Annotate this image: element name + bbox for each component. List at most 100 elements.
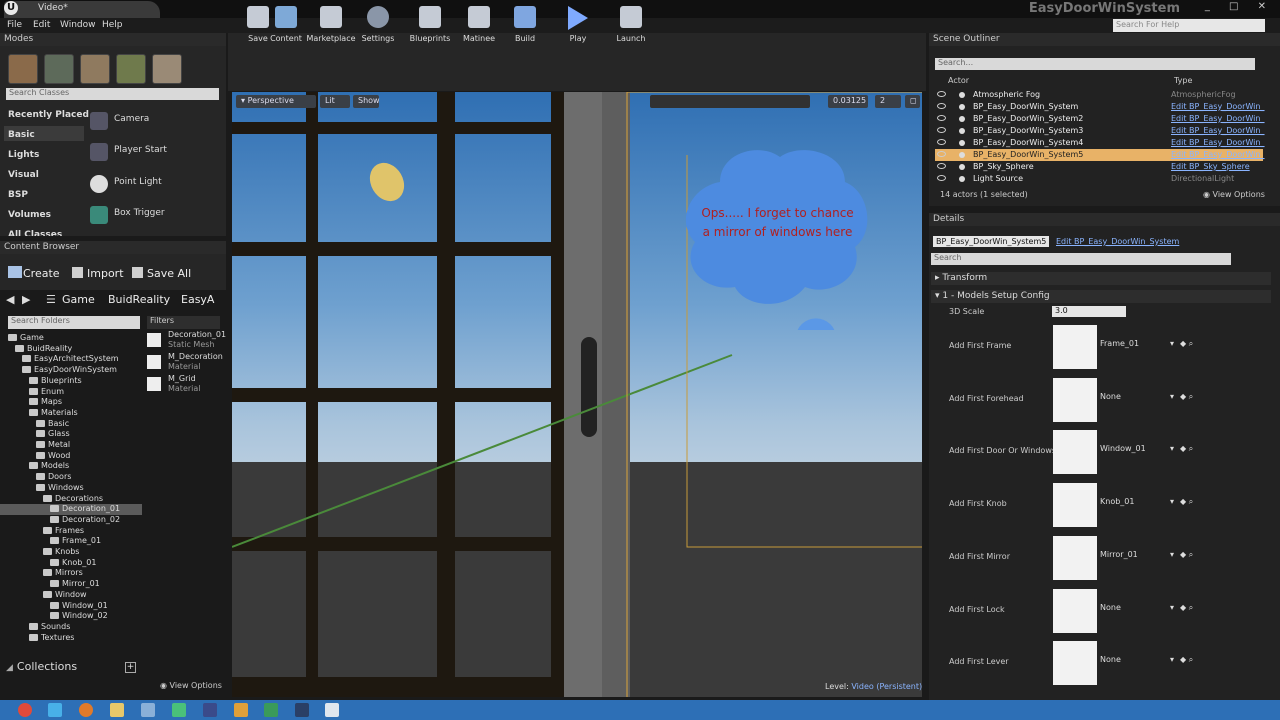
folder-window-01[interactable]: Window_01	[0, 601, 142, 612]
column-actor[interactable]: Actor	[948, 76, 969, 85]
app-icon[interactable]	[264, 703, 278, 717]
folder-maps[interactable]: Maps	[0, 397, 142, 408]
folder-wood[interactable]: Wood	[0, 451, 142, 462]
visibility-eye-icon[interactable]	[937, 103, 946, 109]
category-bsp[interactable]: BSP	[8, 190, 28, 200]
folder-blueprints[interactable]: Blueprints	[0, 376, 142, 387]
visibility-eye-icon[interactable]	[937, 127, 946, 133]
menu-edit[interactable]: Edit	[33, 20, 50, 30]
search-classes-input[interactable]: Search Classes	[6, 88, 219, 100]
outliner-row[interactable]: BP_Easy_DoorWin_System4 Edit BP_Easy_Door…	[935, 137, 1264, 149]
actor-type[interactable]: Edit BP_Sky_Sphere	[1171, 162, 1250, 171]
actor-type[interactable]: Edit BP_Easy_DoorWin_	[1171, 126, 1264, 135]
launch-button[interactable]: Launch	[606, 6, 656, 52]
browse-asset-icon[interactable]: ◆ ⌕	[1180, 603, 1193, 613]
folder-frame-01[interactable]: Frame_01	[0, 536, 142, 547]
asset-item[interactable]: M_Decoration Material	[145, 352, 223, 374]
browse-asset-icon[interactable]: ◆ ⌕	[1180, 550, 1193, 560]
outliner-row[interactable]: Atmospheric Fog AtmosphericFog	[935, 89, 1263, 101]
browse-asset-icon[interactable]: ◆ ⌕	[1180, 444, 1193, 454]
content-browser-header[interactable]: Content Browser	[0, 241, 226, 254]
breadcrumb-buidreality[interactable]: BuidReality	[108, 293, 170, 306]
geometry-mode-icon[interactable]	[152, 54, 182, 84]
mesh-dropdown[interactable]: None ▾	[1100, 392, 1174, 404]
mesh-thumbnail[interactable]	[1053, 641, 1097, 686]
perspective-button[interactable]: ▾ Perspective	[236, 95, 316, 108]
folder-windows[interactable]: Windows	[0, 483, 142, 494]
browse-asset-icon[interactable]: ◆ ⌕	[1180, 655, 1193, 665]
class-player-start[interactable]: Player Start	[90, 139, 210, 165]
add-collection-button[interactable]: +	[125, 662, 136, 673]
asset-item[interactable]: Decoration_01 Static Mesh	[145, 330, 226, 352]
visibility-eye-icon[interactable]	[937, 139, 946, 145]
firefox-icon[interactable]	[79, 703, 93, 717]
folder-decoration-01[interactable]: Decoration_01	[0, 504, 142, 516]
folder-mirror-01[interactable]: Mirror_01	[0, 579, 142, 590]
transform-tools[interactable]	[650, 95, 810, 108]
paint-mode-icon[interactable]	[44, 54, 74, 84]
actor-type[interactable]: Edit BP_Easy_DoorWin_	[1171, 150, 1264, 159]
collections-header[interactable]: ◢ Collections	[0, 660, 140, 674]
column-type[interactable]: Type	[1174, 76, 1192, 85]
breadcrumb-game[interactable]: Game	[62, 293, 95, 306]
folder-knobs[interactable]: Knobs	[0, 547, 142, 558]
folder-easyarchitectsystem[interactable]: EasyArchitectSystem	[0, 354, 142, 365]
folder-easydoorwinsystem[interactable]: EasyDoorWinSystem	[0, 365, 142, 376]
mesh-dropdown[interactable]: Window_01 ▾	[1100, 444, 1174, 456]
class-point-light[interactable]: Point Light	[90, 171, 210, 197]
category-recently-placed[interactable]: Recently Placed	[8, 110, 89, 120]
outliner-row[interactable]: BP_Easy_DoorWin_System2 Edit BP_Easy_Door…	[935, 113, 1264, 125]
category-all-classes[interactable]: All Classes	[8, 230, 62, 236]
class-box-trigger[interactable]: Box Trigger	[90, 202, 210, 228]
app-icon[interactable]	[203, 703, 217, 717]
folder-search-input[interactable]: Search Folders	[8, 316, 140, 329]
folder-buidreality[interactable]: BuidReality	[0, 344, 142, 355]
folder-glass[interactable]: Glass	[0, 429, 142, 440]
folder-window-02[interactable]: Window_02	[0, 611, 142, 622]
breadcrumb-easyarchitect[interactable]: EasyA	[181, 293, 221, 306]
category-visual[interactable]: Visual	[8, 170, 39, 180]
visibility-eye-icon[interactable]	[937, 115, 946, 121]
mesh-thumbnail[interactable]	[1053, 377, 1097, 422]
view-options-button[interactable]: ◉ View Options	[160, 681, 222, 690]
window-controls[interactable]: _ □ ✕	[1205, 1, 1274, 12]
browse-asset-icon[interactable]: ◆ ⌕	[1180, 497, 1193, 507]
folder-models[interactable]: Models	[0, 461, 142, 472]
folder-sounds[interactable]: Sounds	[0, 622, 142, 633]
details-header[interactable]: Details	[929, 213, 1280, 226]
outliner-search-input[interactable]: Search...	[935, 58, 1255, 70]
marketplace-button[interactable]: Marketplace	[306, 6, 356, 52]
folder-doors[interactable]: Doors	[0, 472, 142, 483]
folder-game[interactable]: Game	[0, 333, 142, 344]
matinee-button[interactable]: Matinee	[454, 6, 504, 52]
search-help-input[interactable]: Search For Help	[1113, 19, 1265, 32]
3d-scale-input[interactable]: 3.0	[1052, 306, 1126, 317]
outliner-view-options[interactable]: ◉ View Options	[1203, 190, 1265, 199]
folder-basic[interactable]: Basic	[0, 419, 142, 430]
folder-enum[interactable]: Enum	[0, 387, 142, 398]
menu-window[interactable]: Window	[60, 20, 96, 30]
browse-asset-icon[interactable]: ◆ ⌕	[1180, 339, 1193, 349]
place-mode-icon[interactable]	[8, 54, 38, 84]
outliner-row[interactable]: BP_Easy_DoorWin_System5 Edit BP_Easy_Door…	[935, 149, 1264, 161]
actor-type[interactable]: Edit BP_Easy_DoorWin_	[1171, 102, 1264, 111]
folder-decoration-02[interactable]: Decoration_02	[0, 515, 142, 526]
actor-type[interactable]: Edit BP_Easy_DoorWin_	[1171, 138, 1264, 147]
mesh-dropdown[interactable]: Knob_01 ▾	[1100, 497, 1174, 509]
outliner-row[interactable]: BP_Easy_DoorWin_System Edit BP_Easy_DoorW…	[935, 101, 1264, 113]
document-tab[interactable]: Video*	[4, 1, 160, 18]
maximize-viewport-icon[interactable]: ◻	[905, 95, 920, 108]
filters-button[interactable]: Filters	[147, 316, 220, 329]
settings-button[interactable]: Settings	[353, 6, 403, 52]
app-icon[interactable]	[234, 703, 248, 717]
lit-button[interactable]: Lit	[320, 95, 350, 108]
save-all-button[interactable]: Save All	[147, 267, 191, 280]
mesh-thumbnail[interactable]	[1053, 483, 1097, 528]
unreal-taskbar-icon[interactable]	[325, 703, 339, 717]
category-basic[interactable]: Basic	[8, 130, 35, 140]
outliner-row[interactable]: BP_Easy_DoorWin_System3 Edit BP_Easy_Door…	[935, 125, 1264, 137]
mesh-dropdown[interactable]: Mirror_01 ▾	[1100, 550, 1174, 562]
actor-type[interactable]: Edit BP_Easy_DoorWin_	[1171, 114, 1264, 123]
forward-icon[interactable]: ▶	[22, 293, 30, 306]
mesh-thumbnail[interactable]	[1053, 325, 1097, 369]
